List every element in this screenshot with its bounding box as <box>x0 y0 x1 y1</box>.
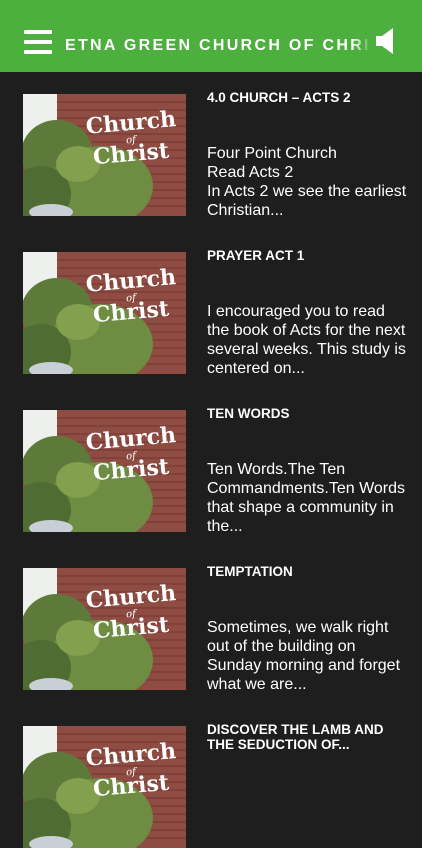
speaker-icon[interactable] <box>374 26 396 56</box>
app-title: ETNA GREEN CHURCH OF CHRIST <box>65 37 372 54</box>
title-fade <box>352 30 372 60</box>
list-item[interactable]: Church of Christ PRAYER ACT 1 I encourage… <box>0 230 422 377</box>
church-thumbnail-image: Church of Christ <box>23 410 186 532</box>
item-title: TEN WORDS <box>207 406 290 421</box>
list-item[interactable]: Church of Christ DISCOVER THE LAMB AND T… <box>0 704 422 848</box>
church-thumbnail-image: Church of Christ <box>23 252 186 374</box>
item-description: I encouraged you to read the book of Act… <box>207 303 406 377</box>
item-description: Four Point Church Read Acts 2 In Acts 2 … <box>207 145 407 219</box>
item-description: Ten Words.The Ten Commandments.Ten Words… <box>207 461 405 535</box>
list-item[interactable]: Church of Christ TEN WORDS Ten Words.The … <box>0 388 422 535</box>
item-title: DISCOVER THE LAMB AND THE SEDUCTION OF..… <box>207 722 384 752</box>
item-title: 4.0 CHURCH – ACTS 2 <box>207 90 351 105</box>
item-title: TEMPTATION <box>207 564 293 579</box>
item-title: PRAYER ACT 1 <box>207 248 305 263</box>
church-thumbnail-image: Church of Christ <box>23 94 186 216</box>
item-description: Sometimes, we walk right out of the buil… <box>207 619 401 693</box>
church-thumbnail-image: Church of Christ <box>23 568 186 690</box>
list-item[interactable]: Church of Christ 4.0 CHURCH – ACTS 2 Four… <box>0 72 422 219</box>
church-thumbnail-image: Church of Christ <box>23 726 186 848</box>
top-bar: ETNA GREEN CHURCH OF CHRIST <box>0 0 422 72</box>
list-item[interactable]: Church of Christ TEMPTATION Sometimes, we… <box>0 546 422 693</box>
hamburger-menu-icon[interactable] <box>24 30 52 54</box>
